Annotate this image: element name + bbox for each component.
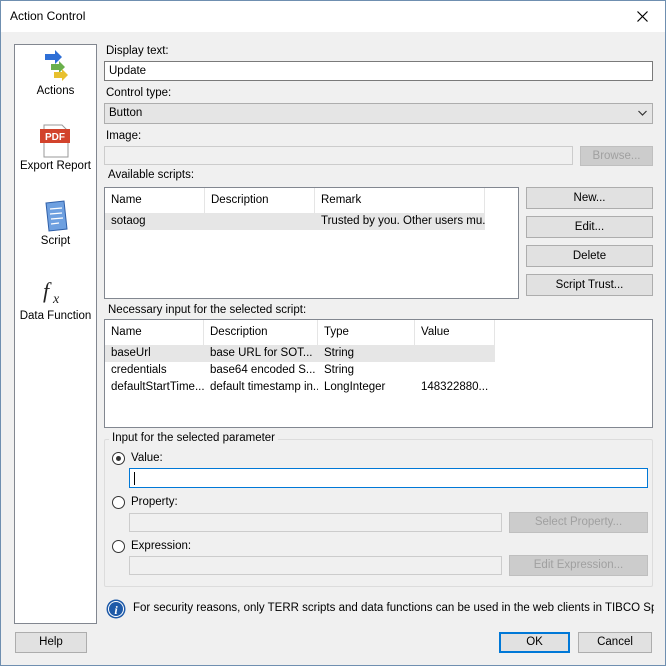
input-type-cell: String [324,347,355,359]
security-notice-text: For security reasons, only TERR scripts … [133,602,654,614]
table-row[interactable]: baseUrl base URL for SOT... String [105,345,495,362]
property-radio[interactable] [112,496,125,509]
input-description-cell: base64 encoded S... [210,364,316,376]
expression-radio[interactable] [112,540,125,553]
parameter-group-label: Input for the selected parameter [109,432,279,444]
svg-text:x: x [52,292,60,307]
column-header-name[interactable]: Name [105,188,205,213]
script-trust-button[interactable]: Script Trust... [526,274,653,296]
new-script-button[interactable]: New... [526,187,653,209]
svg-text:PDF: PDF [45,132,65,143]
script-icon [45,200,68,232]
select-property-button[interactable]: Select Property... [509,512,648,533]
image-input[interactable] [104,146,573,165]
property-label: Property: [131,496,178,508]
pdf-icon: PDF [40,124,70,158]
input-name-cell: credentials [111,364,167,376]
column-header-remark[interactable]: Remark [315,188,485,213]
parameter-value-input[interactable] [129,468,648,488]
column-header-name[interactable]: Name [105,320,204,345]
sidebar-item-label: Actions [36,85,75,97]
radio-selected-dot [116,456,121,461]
close-icon [636,11,648,22]
info-icon: i [106,599,126,619]
input-value-cell: 148322880... [421,381,489,393]
edit-script-button[interactable]: Edit... [526,216,653,238]
value-label: Value: [131,452,163,464]
column-header-description[interactable]: Description [205,188,315,213]
edit-expression-button[interactable]: Edit Expression... [509,555,648,576]
cancel-button[interactable]: Cancel [578,632,652,653]
ok-button[interactable]: OK [499,632,570,653]
available-scripts-list[interactable]: Name Description Remark sotaog Trusted b… [104,187,519,299]
close-button[interactable] [619,1,665,32]
input-description-cell: base URL for SOT... [210,347,313,359]
svg-text:f: f [43,278,52,303]
sidebar-item-label: Script [40,235,71,247]
column-header-type[interactable]: Type [318,320,415,345]
action-control-dialog: Action Control Actions PDF Export Report [0,0,666,666]
input-name-cell: defaultStartTime... [111,381,204,393]
help-button[interactable]: Help [15,632,87,653]
display-text-label: Display text: [106,45,169,57]
window-title: Action Control [10,9,86,23]
sidebar-item-label: Data Function [19,310,92,322]
input-description-cell: default timestamp in... [210,381,318,393]
expression-label: Expression: [131,540,192,552]
input-name-cell: baseUrl [111,347,151,359]
sidebar-item-export-report[interactable]: PDF Export Report [15,122,96,188]
delete-script-button[interactable]: Delete [526,245,653,267]
fx-icon: f x [43,278,60,307]
control-type-label: Control type: [106,87,172,99]
browse-button[interactable]: Browse... [580,146,653,166]
chevron-down-icon [638,110,647,116]
value-radio[interactable] [112,452,125,465]
input-type-cell: LongInteger [324,381,386,393]
image-label: Image: [106,130,142,142]
sidebar-item-data-function[interactable]: f x Data Function [15,272,96,338]
action-type-sidebar: Actions PDF Export Report Script f x Dat… [14,44,97,624]
expression-input[interactable] [129,556,502,575]
table-row[interactable]: credentials base64 encoded S... String [105,362,495,379]
sidebar-item-script[interactable]: Script [15,197,96,263]
actions-arrows-icon [45,50,68,81]
script-remark-cell: Trusted by you. Other users mu... [321,215,485,227]
text-cursor [134,472,135,485]
script-inputs-list[interactable]: Name Description Type Value baseUrl base… [104,319,653,428]
available-scripts-label: Available scripts: [108,169,195,181]
sidebar-item-label: Export Report [20,160,91,172]
control-type-value: Button [109,107,143,119]
script-name-cell: sotaog [111,215,146,227]
title-bar: Action Control [1,1,665,32]
property-input[interactable] [129,513,502,532]
table-row[interactable]: defaultStartTime... default timestamp in… [105,379,495,396]
column-header-description[interactable]: Description [204,320,318,345]
column-header-value[interactable]: Value [415,320,495,345]
input-type-cell: String [324,364,355,376]
display-text-input[interactable]: Update [104,61,653,81]
sidebar-item-actions[interactable]: Actions [15,47,96,113]
necessary-input-label: Necessary input for the selected script: [108,304,307,316]
control-type-select[interactable]: Button [104,103,653,124]
table-row[interactable]: sotaog Trusted by you. Other users mu... [105,213,485,230]
